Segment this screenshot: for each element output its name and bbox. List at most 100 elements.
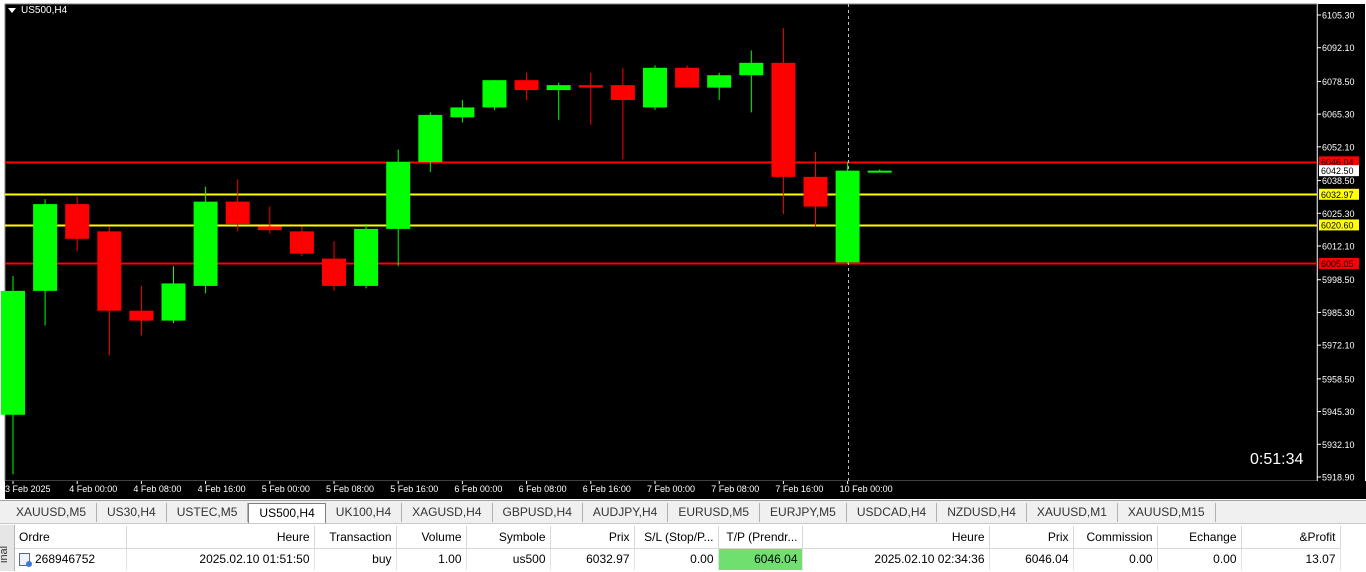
candle-body-27 <box>867 170 892 173</box>
chart-tab-usdcad-h4[interactable]: USDCAD,H4 <box>847 503 938 522</box>
candle-body-7 <box>225 201 250 224</box>
col-header-price[interactable]: Prix <box>550 526 635 549</box>
price-tick-label-1: 6092.10 <box>1322 43 1355 53</box>
cell-profit: 13.07 <box>1241 548 1341 570</box>
price-label-1: 6032.97 <box>1321 190 1354 200</box>
candle-body-13 <box>418 114 443 162</box>
price-tick-label-12: 5945.30 <box>1322 407 1355 417</box>
col-header-profit[interactable]: &Profit <box>1241 526 1341 549</box>
table-row[interactable]: 268946752 2025.02.10 01:51:50 buy 1.00 u… <box>15 548 1341 570</box>
price-label-3: 6005.05 <box>1321 259 1354 269</box>
col-header-commission[interactable]: Commission <box>1073 526 1158 549</box>
candle-body-2 <box>65 204 90 239</box>
cell-close-time: 2025.02.10 02:34:36 <box>802 548 990 570</box>
candle-body-24 <box>771 62 796 177</box>
candle-body-11 <box>354 228 379 286</box>
price-tick-label-7: 6012.10 <box>1322 242 1355 252</box>
chart-tab-xauusd-m15[interactable]: XAUUSD,M15 <box>1118 503 1216 522</box>
candle-body-21 <box>675 67 700 88</box>
col-header-order[interactable]: Ordre <box>15 526 127 549</box>
chart-tab-eurusd-m5[interactable]: EURUSD,M5 <box>668 503 761 522</box>
time-label-6: 5 Feb 16:00 <box>390 484 438 494</box>
terminal-side-label-text: inal <box>0 545 10 563</box>
price-tick-label-5: 6038.50 <box>1322 176 1355 186</box>
time-label-10: 7 Feb 00:00 <box>647 484 695 494</box>
time-label-4: 5 Feb 00:00 <box>262 484 310 494</box>
cell-type: buy <box>314 548 397 570</box>
candle-body-15 <box>482 80 507 108</box>
chart-tab-us30-h4[interactable]: US30,H4 <box>97 503 167 522</box>
price-tick-label-10: 5972.10 <box>1322 341 1355 351</box>
time-label-12: 7 Feb 16:00 <box>775 484 823 494</box>
cell-volume: 1.00 <box>396 548 467 570</box>
candle-body-19 <box>610 85 635 101</box>
cell-symbol: us500 <box>466 548 551 570</box>
price-tick-label-2: 6078.50 <box>1322 77 1355 87</box>
candle-body-12 <box>386 161 411 229</box>
candle-body-0 <box>1 290 25 415</box>
chart-tab-nzdusd-h4[interactable]: NZDUSD,H4 <box>937 503 1027 522</box>
bar-countdown-timer: 0:51:34 <box>1250 451 1304 468</box>
chart-tab-eurjpy-m5[interactable]: EURJPY,M5 <box>760 503 847 522</box>
cell-order: 268946752 <box>15 548 127 570</box>
symbol-title-text: US500,H4 <box>21 5 68 16</box>
candle-body-10 <box>322 258 346 286</box>
chart-tab-xauusd-m1[interactable]: XAUUSD,M1 <box>1027 503 1118 522</box>
price-tick-label-0: 6105.30 <box>1322 11 1355 21</box>
col-header-swap[interactable]: Echange <box>1157 526 1242 549</box>
chart-tab-us500-h4[interactable]: US500,H4 <box>248 503 326 523</box>
chart-tab-uk100-h4[interactable]: UK100,H4 <box>326 503 403 522</box>
candle-body-17 <box>546 85 571 91</box>
chart-tab-ustec-m5[interactable]: USTEC,M5 <box>167 503 249 522</box>
price-tick-label-14: 5918.90 <box>1322 473 1355 483</box>
price-tick-label-11: 5958.50 <box>1322 374 1355 384</box>
time-label-5: 5 Feb 08:00 <box>326 484 374 494</box>
col-header-type[interactable]: Transaction <box>314 526 397 549</box>
price-tick-label-8: 5998.50 <box>1322 275 1355 285</box>
candle-body-22 <box>707 75 732 88</box>
col-header-close-price[interactable]: Prix <box>989 526 1074 549</box>
col-header-sl[interactable]: S/L (Stop/P... <box>634 526 719 549</box>
orders-header-row: Ordre Heure Transaction Volume Symbole P… <box>15 526 1341 549</box>
price-chart[interactable]: 6105.30 6092.10 6078.50 6065.30 6052.10 6038.… <box>0 0 1366 500</box>
cell-close-price: 6046.04 <box>989 548 1074 570</box>
cell-sl: 0.00 <box>634 548 719 570</box>
cell-price: 6032.97 <box>550 548 635 570</box>
candle-body-23 <box>739 62 764 76</box>
candle-body-18 <box>578 85 603 88</box>
chart-tab-audjpy-h4[interactable]: AUDJPY,H4 <box>583 503 669 522</box>
time-label-3: 4 Feb 16:00 <box>198 484 246 494</box>
time-label-11: 7 Feb 08:00 <box>711 484 759 494</box>
candle-body-5 <box>161 283 186 321</box>
col-header-close-time[interactable]: Heure <box>802 526 990 549</box>
time-label-7: 6 Feb 00:00 <box>454 484 502 494</box>
col-header-symbol[interactable]: Symbole <box>466 526 551 549</box>
candle-body-1 <box>33 204 58 291</box>
time-label-2: 4 Feb 08:00 <box>133 484 181 494</box>
terminal-side-label[interactable]: inal <box>0 525 15 571</box>
orders-table: Ordre Heure Transaction Volume Symbole P… <box>15 526 1341 570</box>
chart-symbol-title[interactable]: US500,H4 <box>8 5 67 16</box>
cell-tp: 6046.04 <box>718 548 803 570</box>
candle-body-16 <box>514 80 539 91</box>
col-header-time[interactable]: Heure <box>126 526 315 549</box>
col-header-volume[interactable]: Volume <box>396 526 467 549</box>
col-header-tp[interactable]: T/P (Prendr... <box>718 526 803 549</box>
candle-body-8 <box>257 226 282 231</box>
chart-tab-xagusd-h4[interactable]: XAGUSD,H4 <box>402 503 493 522</box>
cell-commission: 0.00 <box>1073 548 1158 570</box>
time-label-1: 4 Feb 00:00 <box>69 484 117 494</box>
candle-body-26 <box>835 170 860 263</box>
cell-time: 2025.02.10 01:51:50 <box>126 548 315 570</box>
chart-tab-xauusd-m5[interactable]: XAUUSD,M5 <box>6 503 98 522</box>
chart-window[interactable]: 6105.30 6092.10 6078.50 6065.30 6052.10 6038.… <box>0 0 1366 500</box>
candle-body-14 <box>450 107 475 118</box>
price-tick-label-13: 5932.10 <box>1322 440 1355 450</box>
candle-body-9 <box>289 231 314 254</box>
candle-body-6 <box>193 201 218 286</box>
cell-swap: 0.00 <box>1157 548 1242 570</box>
candle-body-25 <box>803 176 828 207</box>
cell-order-text: 268946752 <box>35 552 96 567</box>
chart-tab-gbpusd-h4[interactable]: GBPUSD,H4 <box>493 503 583 522</box>
dropdown-triangle-icon[interactable] <box>8 8 16 13</box>
